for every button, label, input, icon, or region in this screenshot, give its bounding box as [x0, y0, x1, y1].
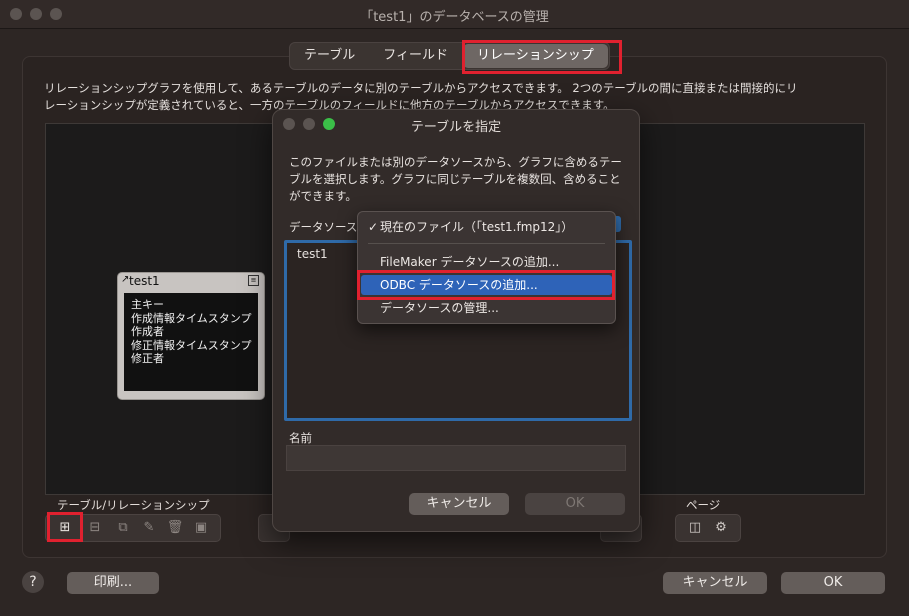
- menu-separator: [368, 243, 605, 244]
- field-item[interactable]: 作成情報タイムスタンプ: [131, 312, 258, 326]
- window-title: 「test1」のデータベースの管理: [360, 10, 549, 25]
- datasource-label: データソース: [289, 220, 358, 234]
- datasource-popup-menu: ✓ 現在のファイル（「test1.fmp12」） FileMaker データソー…: [357, 211, 616, 324]
- dialog-title: テーブルを指定: [410, 120, 502, 135]
- print-button[interactable]: 印刷...: [67, 572, 159, 594]
- menu-item-label: データソースの管理...: [380, 301, 499, 315]
- field-item[interactable]: 修正者: [131, 352, 258, 366]
- dialog-cancel-button[interactable]: キャンセル: [409, 493, 509, 515]
- field-item[interactable]: 作成者: [131, 325, 258, 339]
- dialog-instructions: このファイルまたは別のデータソースから、グラフに含めるテーブルを選択します。グラ…: [289, 155, 622, 203]
- menu-item-add-filemaker-datasource[interactable]: FileMaker データソースの追加...: [358, 252, 615, 272]
- tab-tables[interactable]: テーブル: [290, 43, 369, 69]
- duplicate-icon[interactable]: ⧉: [114, 520, 132, 536]
- menu-item-label: FileMaker データソースの追加...: [380, 255, 560, 269]
- highlight-frame-odbc-item: [357, 270, 615, 300]
- field-list: 主キー 作成情報タイムスタンプ 作成者 修正情報タイムスタンプ 修正者: [124, 293, 258, 391]
- menu-item-current-file[interactable]: ✓ 現在のファイル（「test1.fmp12」）: [358, 217, 615, 237]
- menu-item-manage-datasources[interactable]: データソースの管理...: [358, 298, 615, 318]
- title-bar: 「test1」のデータベースの管理: [0, 0, 909, 29]
- menu-item-label: 現在のファイル（「test1.fmp12」）: [380, 220, 574, 234]
- add-relationship-icon[interactable]: ⊟: [86, 520, 104, 536]
- page-break-icon[interactable]: ◫: [686, 520, 704, 536]
- tables-relationships-label: テーブル/リレーションシップ: [57, 498, 210, 512]
- cancel-button[interactable]: キャンセル: [663, 572, 767, 594]
- page-setup-icon[interactable]: ⚙: [712, 520, 730, 536]
- field-item[interactable]: 主キー: [131, 298, 258, 312]
- table-occurrence-test1[interactable]: ↗ test1 ≡ 主キー 作成情報タイムスタンプ 作成者 修正情報タイムスタン…: [117, 272, 265, 400]
- highlight-frame-add-table: [47, 512, 83, 542]
- note-icon[interactable]: ▣: [192, 520, 210, 536]
- ok-button[interactable]: OK: [781, 572, 885, 594]
- field-item[interactable]: 修正情報タイムスタンプ: [131, 339, 258, 353]
- tab-fields[interactable]: フィールド: [369, 43, 462, 69]
- dialog-ok-button[interactable]: OK: [525, 493, 625, 515]
- checkmark-icon: ✓: [368, 220, 379, 234]
- table-occurrence-header[interactable]: ↗ test1 ≡: [118, 273, 264, 291]
- page-label: ページ: [686, 498, 721, 512]
- trash-icon[interactable]: 🗑: [166, 520, 184, 536]
- name-label: 名前: [289, 431, 312, 445]
- help-button[interactable]: ?: [22, 571, 44, 593]
- name-field[interactable]: [286, 445, 626, 471]
- table-occurrence-name: test1: [129, 274, 160, 288]
- highlight-frame-relationships-tab: [462, 40, 622, 74]
- collapse-toggle-icon[interactable]: ≡: [248, 275, 259, 286]
- page-toolbar: ◫ ⚙: [675, 514, 741, 542]
- edit-pencil-icon[interactable]: ✎: [140, 520, 158, 536]
